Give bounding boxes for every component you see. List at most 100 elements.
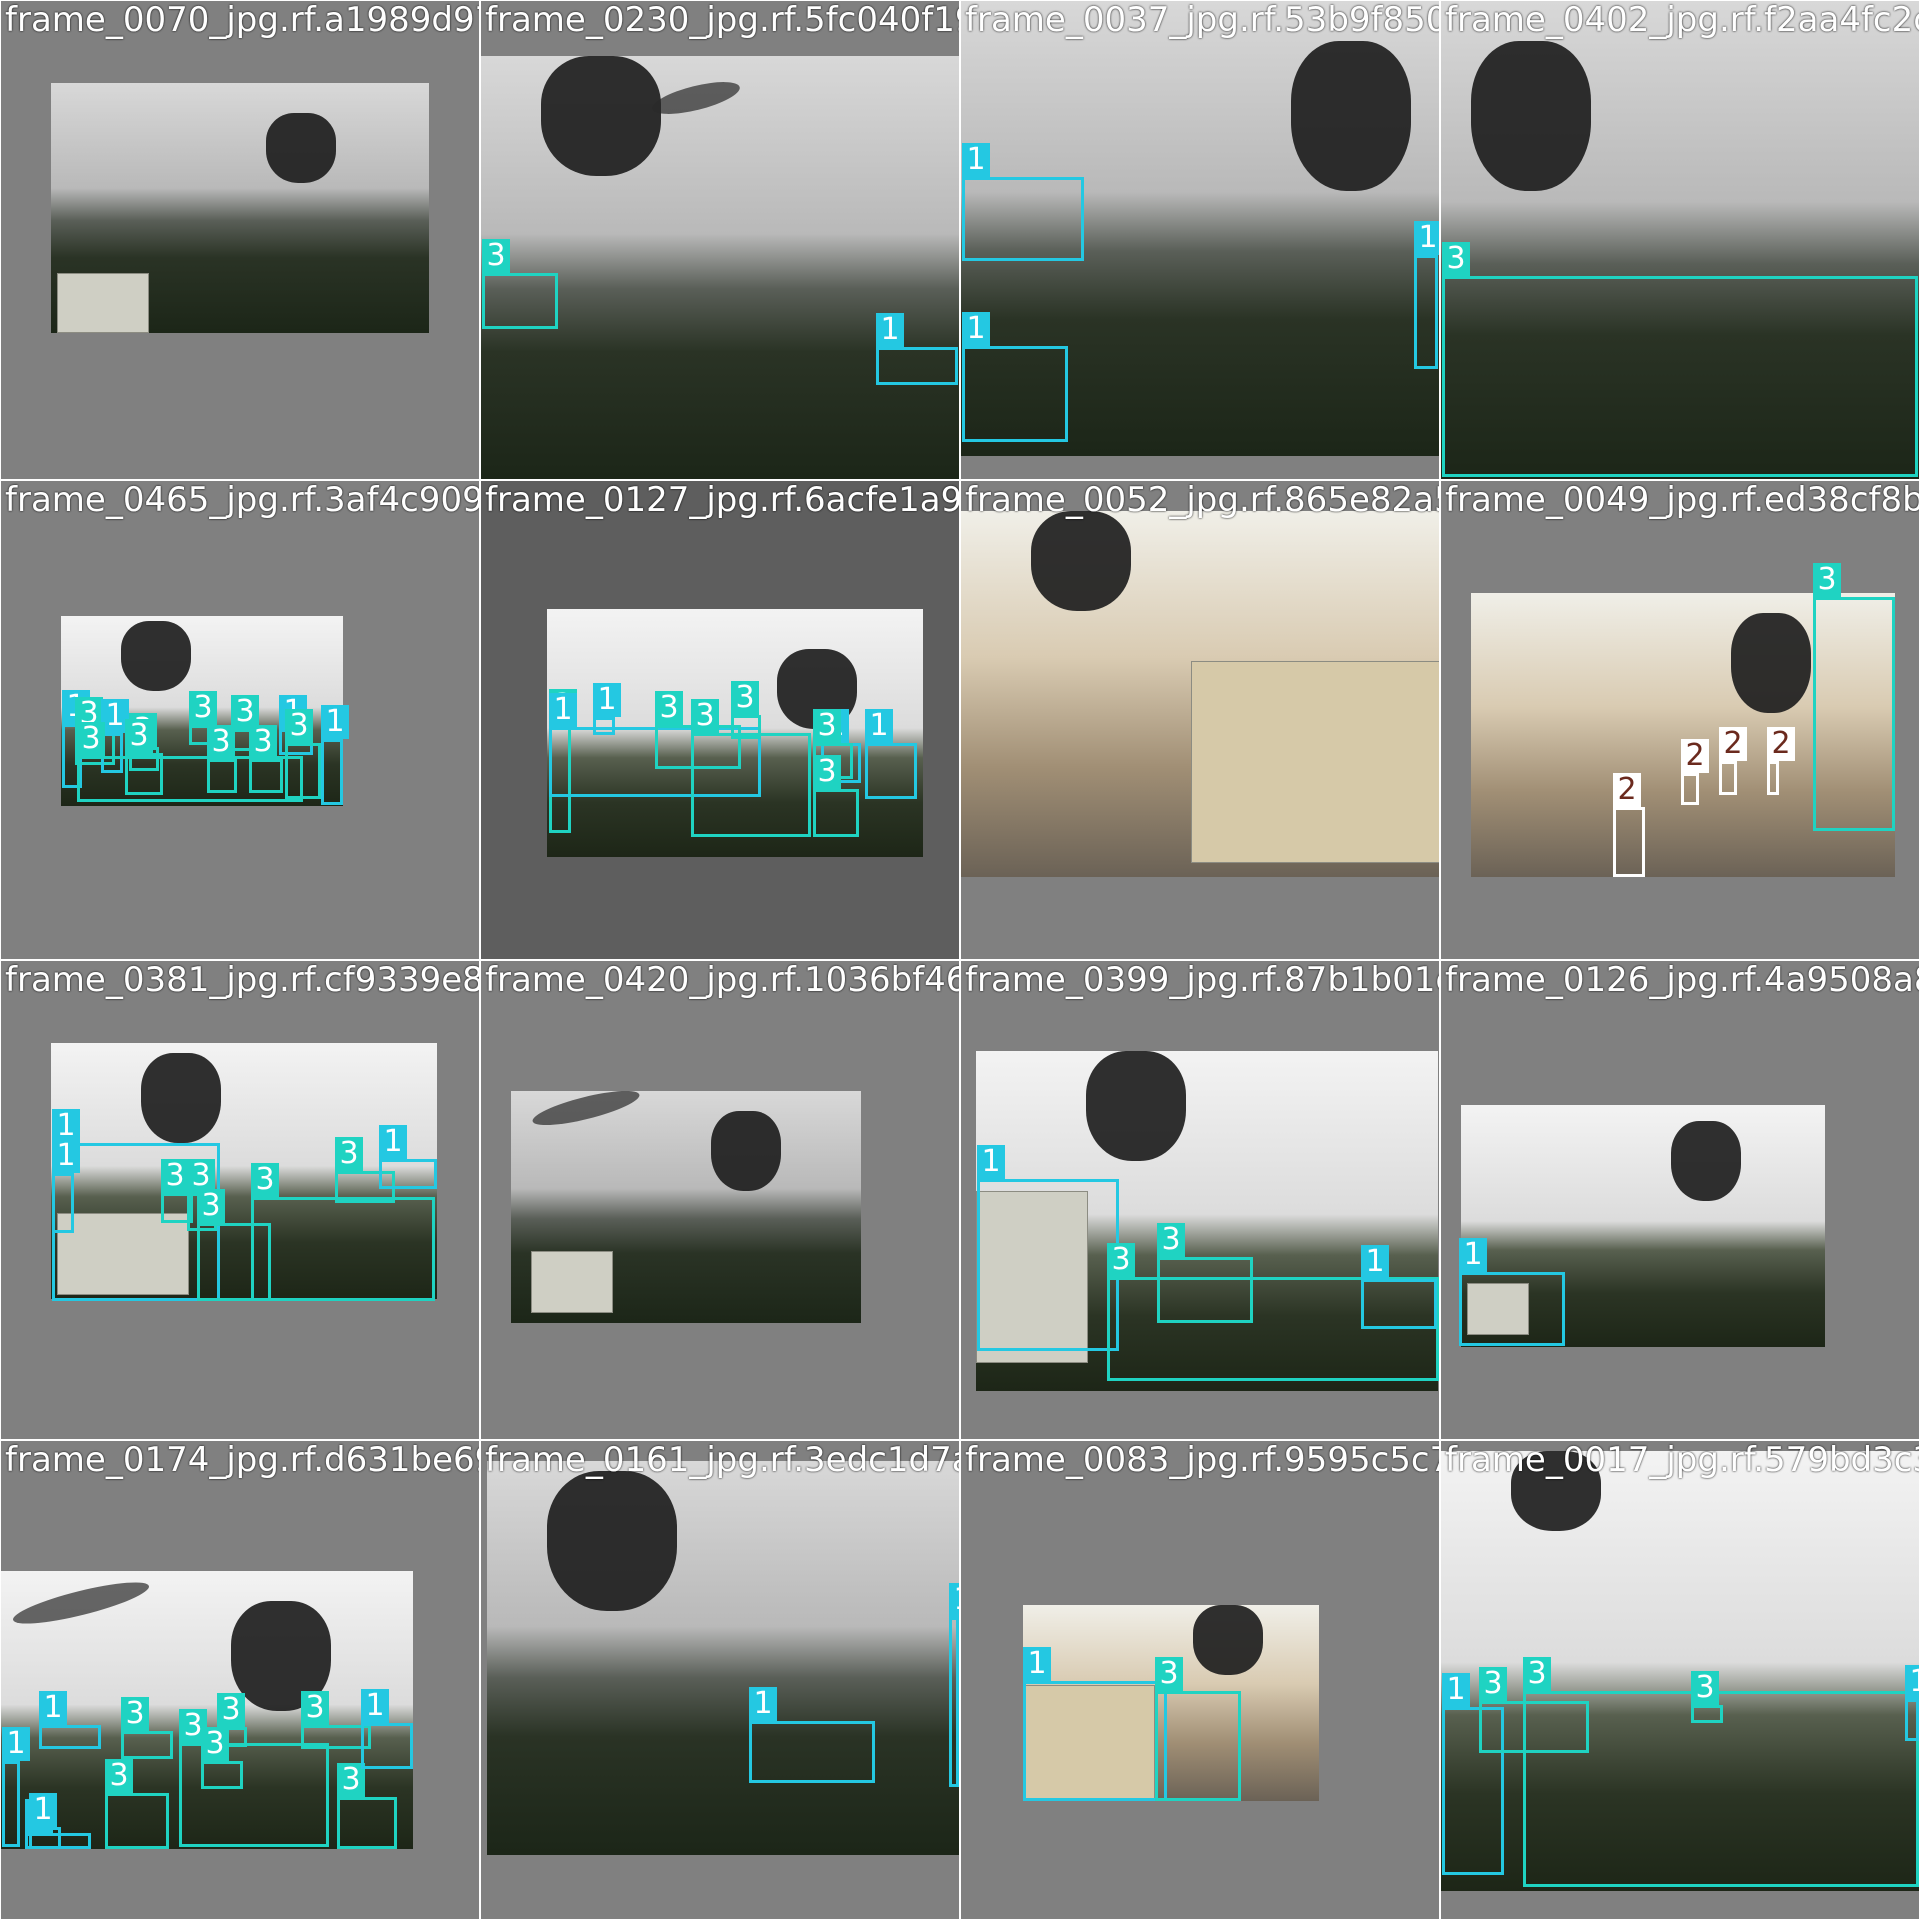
bounding-box[interactable]: 3 bbox=[1813, 563, 1895, 831]
bounding-box[interactable]: 1 bbox=[1459, 1238, 1565, 1346]
box-class-label: 3 bbox=[691, 699, 719, 733]
bounding-box[interactable]: 3 bbox=[201, 1727, 243, 1789]
mosaic-tile[interactable]: frame_0465_jpg.rf.3af4c909 1 3 1 3 3 3 1… bbox=[1, 481, 479, 959]
mosaic-tile[interactable]: frame_0399_jpg.rf.87b1b01c 1 3 3 1 bbox=[961, 961, 1439, 1439]
drone-gimbal bbox=[711, 1111, 781, 1191]
box-class-label: 3 bbox=[197, 1189, 225, 1223]
bounding-box[interactable]: 2 bbox=[1767, 727, 1795, 795]
drone-gimbal bbox=[121, 621, 191, 691]
bounding-box[interactable]: 1 bbox=[977, 1145, 1119, 1351]
box-class-label: 3 bbox=[1107, 1243, 1135, 1277]
bounding-box[interactable]: 1 bbox=[1361, 1245, 1437, 1329]
bounding-box[interactable]: 3 bbox=[691, 699, 811, 837]
bounding-box[interactable]: 1 bbox=[876, 313, 958, 385]
mosaic-tile[interactable]: frame_0127_jpg.rf.6acfe1a9 3 1 1 3 3 3 1… bbox=[481, 481, 959, 959]
box-class-label: 1 bbox=[749, 1687, 777, 1721]
mosaic-tile[interactable]: frame_0174_jpg.rf.d631be69 1 3 3 3 1 1 3… bbox=[1, 1441, 479, 1919]
bounding-box[interactable]: 1 bbox=[2, 1727, 30, 1847]
mosaic-tile[interactable]: frame_0037_jpg.rf.53b9f850 1 1 1 bbox=[961, 1, 1439, 479]
drone-gimbal bbox=[1086, 1051, 1186, 1161]
box-class-label: 3 bbox=[731, 681, 759, 715]
mosaic-tile[interactable]: frame_0049_jpg.rf.ed38cf8b 3 2 2 2 2 bbox=[1441, 481, 1919, 959]
bounding-box[interactable]: 3 bbox=[731, 681, 761, 739]
box-class-label: 3 bbox=[1155, 1657, 1183, 1691]
bounding-box[interactable]: 1 bbox=[39, 1691, 101, 1749]
frame-image bbox=[481, 56, 959, 479]
mosaic-tile[interactable]: frame_0420_jpg.rf.1036bf46 bbox=[481, 961, 959, 1439]
box-class-label: 1 bbox=[949, 1583, 959, 1617]
bounding-box[interactable]: 3 bbox=[121, 1697, 173, 1759]
bounding-box[interactable]: 1 bbox=[962, 312, 1068, 442]
box-class-label: 1 bbox=[1361, 1245, 1389, 1279]
building bbox=[1191, 661, 1439, 863]
bounding-box[interactable]: 2 bbox=[1613, 773, 1645, 877]
box-class-label: 3 bbox=[1157, 1223, 1185, 1257]
box-class-label: 1 bbox=[39, 1691, 67, 1725]
mosaic-tile[interactable]: frame_0402_jpg.rf.f2aa4fc2c 3 bbox=[1441, 1, 1919, 479]
drone-gimbal bbox=[1731, 613, 1811, 713]
mosaic-tile[interactable]: frame_0070_jpg.rf.a1989d97 bbox=[1, 1, 479, 479]
bounding-box[interactable]: 1 bbox=[1023, 1647, 1167, 1801]
drone-gimbal bbox=[541, 56, 661, 176]
mosaic-tile[interactable]: frame_0381_jpg.rf.cf9339e8 1 1 3 3 3 3 3… bbox=[1, 961, 479, 1439]
box-class-label: 3 bbox=[482, 239, 510, 273]
bounding-box[interactable]: 1 bbox=[321, 705, 349, 805]
box-class-label: 1 bbox=[1414, 221, 1439, 255]
bounding-box[interactable]: 1 bbox=[361, 1689, 413, 1769]
box-class-label: 3 bbox=[249, 725, 277, 759]
tile-title: frame_0070_jpg.rf.a1989d97 bbox=[5, 1, 479, 40]
bounding-box[interactable]: 3 bbox=[105, 1759, 169, 1849]
mosaic-tile[interactable]: frame_0161_jpg.rf.3edc1d7a 1 1 bbox=[481, 1441, 959, 1919]
box-class-label: 3 bbox=[251, 1163, 279, 1197]
tile-title: frame_0049_jpg.rf.ed38cf8b bbox=[1445, 481, 1919, 520]
drone-gimbal bbox=[1471, 41, 1591, 191]
box-class-label: 3 bbox=[77, 722, 105, 756]
bounding-box[interactable]: 3 bbox=[813, 755, 859, 837]
bounding-box[interactable]: 1 bbox=[962, 143, 1084, 261]
box-class-label: 1 bbox=[1459, 1238, 1487, 1272]
bounding-box[interactable]: 3 bbox=[482, 239, 558, 329]
bounding-box[interactable]: 1 bbox=[1905, 1665, 1919, 1741]
mosaic-tile[interactable]: frame_0230_jpg.rf.5fc040f19 3 1 bbox=[481, 1, 959, 479]
bounding-box[interactable]: 1 bbox=[1414, 221, 1439, 369]
bounding-box[interactable]: 3 bbox=[1157, 1223, 1253, 1323]
bounding-box[interactable]: 3 bbox=[77, 722, 303, 802]
box-class-label: 3 bbox=[1523, 1657, 1551, 1691]
bounding-box[interactable]: 2 bbox=[1719, 727, 1747, 795]
bounding-box[interactable]: 1 bbox=[29, 1793, 61, 1849]
box-class-label: 3 bbox=[161, 1159, 189, 1193]
mosaic-tile[interactable]: frame_0052_jpg.rf.865e82a5 bbox=[961, 481, 1439, 959]
bounding-box[interactable]: 1 bbox=[949, 1583, 959, 1787]
bounding-box[interactable]: 3 bbox=[285, 709, 321, 799]
box-class-label: 1 bbox=[876, 313, 904, 347]
bounding-box[interactable]: 3 bbox=[1155, 1657, 1241, 1801]
tile-title: frame_0465_jpg.rf.3af4c909 bbox=[5, 481, 479, 520]
mosaic-tile[interactable]: frame_0083_jpg.rf.9595c5c7 1 3 bbox=[961, 1441, 1439, 1919]
box-class-label: 1 bbox=[593, 683, 621, 717]
propeller bbox=[529, 1091, 643, 1132]
bounding-box[interactable]: 3 bbox=[1691, 1671, 1723, 1723]
tile-title: frame_0126_jpg.rf.4a9508a8 bbox=[1445, 961, 1919, 1000]
box-class-label: 1 bbox=[1442, 1673, 1470, 1707]
box-class-label: 3 bbox=[285, 709, 313, 743]
bounding-box[interactable]: 1 bbox=[749, 1687, 875, 1783]
frame-image bbox=[961, 511, 1439, 877]
tile-title: frame_0399_jpg.rf.87b1b01c bbox=[965, 961, 1439, 1000]
tile-title: frame_0420_jpg.rf.1036bf46 bbox=[485, 961, 959, 1000]
bounding-box[interactable]: 2 bbox=[1681, 739, 1709, 805]
box-class-label: 1 bbox=[361, 1689, 389, 1723]
bounding-box[interactable]: 1 bbox=[379, 1125, 437, 1189]
box-class-label: 1 bbox=[1905, 1665, 1919, 1699]
mosaic-tile[interactable]: frame_0017_jpg.rf.579bd3c3 1 3 3 3 1 bbox=[1441, 1441, 1919, 1919]
bounding-box[interactable]: 3 bbox=[251, 1163, 435, 1301]
tile-title: frame_0161_jpg.rf.3edc1d7a bbox=[485, 1441, 959, 1480]
bounding-box[interactable]: 1 bbox=[865, 709, 917, 799]
bounding-box[interactable]: 1 bbox=[593, 683, 621, 735]
bounding-box[interactable]: 3 bbox=[1442, 242, 1918, 477]
tile-title: frame_0174_jpg.rf.d631be69 bbox=[5, 1441, 479, 1480]
bounding-box[interactable]: 1 bbox=[52, 1139, 80, 1233]
bounding-box[interactable]: 3 bbox=[337, 1763, 397, 1849]
tile-title: frame_0037_jpg.rf.53b9f850 bbox=[965, 1, 1439, 40]
box-class-label: 2 bbox=[1767, 727, 1795, 761]
mosaic-tile[interactable]: frame_0126_jpg.rf.4a9508a8 1 bbox=[1441, 961, 1919, 1439]
